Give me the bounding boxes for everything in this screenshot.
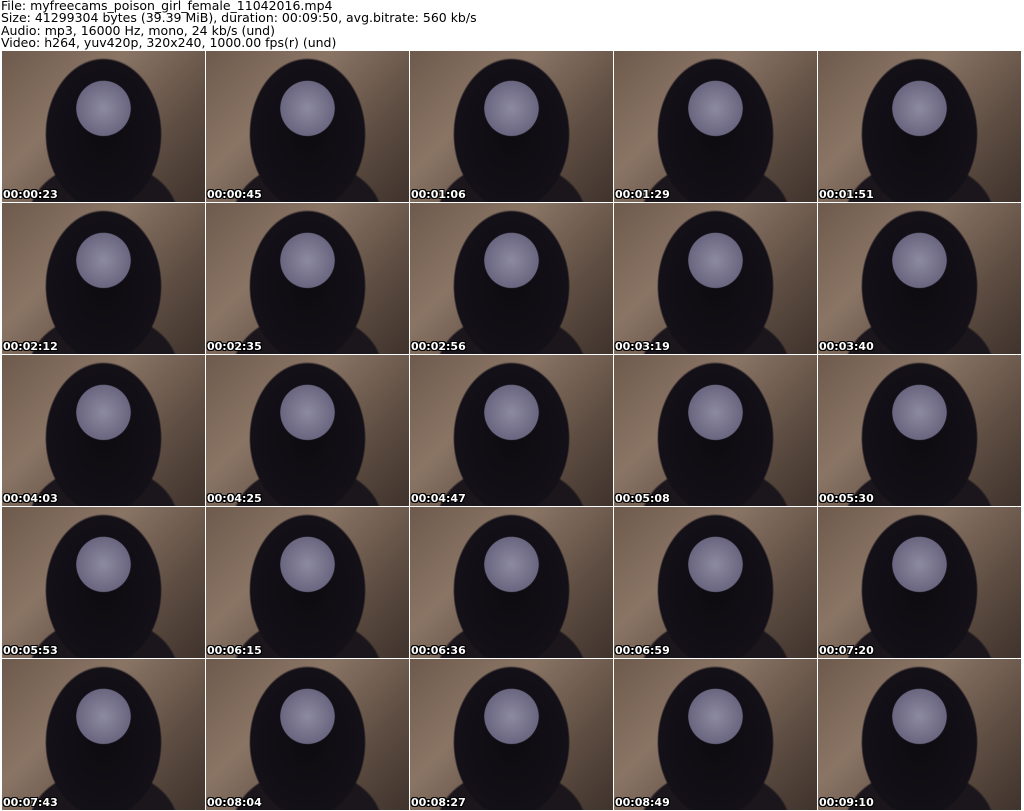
video-thumbnail: 00:04:03 <box>2 355 205 506</box>
thumbnail-timestamp: 00:01:29 <box>615 188 670 201</box>
video-thumbnail: 00:01:51 <box>818 51 1021 202</box>
video-thumbnail: 00:05:30 <box>818 355 1021 506</box>
video-thumbnail: 00:01:06 <box>410 51 613 202</box>
thumbnail-timestamp: 00:06:15 <box>207 644 262 657</box>
thumbnail-timestamp: 00:02:56 <box>411 340 466 353</box>
thumbnail-timestamp: 00:04:03 <box>3 492 58 505</box>
video-thumbnail: 00:02:35 <box>206 203 409 354</box>
thumbnail-timestamp: 00:07:20 <box>819 644 874 657</box>
thumbnail-timestamp: 00:00:45 <box>207 188 262 201</box>
thumbnail-timestamp: 00:05:30 <box>819 492 874 505</box>
thumbnail-timestamp: 00:01:51 <box>819 188 874 201</box>
video-thumbnail: 00:07:43 <box>2 659 205 810</box>
video-thumbnail: 00:08:04 <box>206 659 409 810</box>
thumbnail-timestamp: 00:05:53 <box>3 644 58 657</box>
thumbnail-timestamp: 00:04:47 <box>411 492 466 505</box>
video-thumbnail: 00:00:45 <box>206 51 409 202</box>
video-thumbnail: 00:06:15 <box>206 507 409 658</box>
video-thumbnail: 00:00:23 <box>2 51 205 202</box>
thumbnail-timestamp: 00:03:40 <box>819 340 874 353</box>
thumbnail-timestamp: 00:00:23 <box>3 188 58 201</box>
video-thumbnail: 00:07:20 <box>818 507 1021 658</box>
thumbnail-timestamp: 00:08:04 <box>207 796 262 809</box>
video-thumbnail: 00:04:47 <box>410 355 613 506</box>
thumbnail-timestamp: 00:05:08 <box>615 492 670 505</box>
thumbnail-timestamp: 00:02:35 <box>207 340 262 353</box>
video-info: Video: h264, yuv420p, 320x240, 1000.00 f… <box>1 34 337 50</box>
thumbnail-timestamp: 00:04:25 <box>207 492 262 505</box>
thumbnail-timestamp: 00:08:49 <box>615 796 670 809</box>
video-thumbnail: 00:05:08 <box>614 355 817 506</box>
thumbnail-timestamp: 00:01:06 <box>411 188 466 201</box>
thumbnail-timestamp: 00:06:36 <box>411 644 466 657</box>
video-thumbnail: 00:09:10 <box>818 659 1021 810</box>
video-thumbnail: 00:01:29 <box>614 51 817 202</box>
video-thumbnail: 00:08:49 <box>614 659 817 810</box>
thumbnail-grid: 00:00:23 00:00:45 00:01:06 00:01:29 00:01:51… <box>2 51 1021 810</box>
video-thumbnail: 00:06:59 <box>614 507 817 658</box>
video-thumbnail: 00:02:56 <box>410 203 613 354</box>
thumbnail-timestamp: 00:02:12 <box>3 340 58 353</box>
video-thumbnail: 00:02:12 <box>2 203 205 354</box>
thumbnail-timestamp: 00:06:59 <box>615 644 670 657</box>
file-info-header: File: myfreecams_poison_girl_female_1104… <box>1 0 477 49</box>
thumbnail-timestamp: 00:07:43 <box>3 796 58 809</box>
video-thumbnail: 00:03:40 <box>818 203 1021 354</box>
thumbnail-timestamp: 00:03:19 <box>615 340 670 353</box>
video-thumbnail: 00:06:36 <box>410 507 613 658</box>
thumbnail-timestamp: 00:09:10 <box>819 796 874 809</box>
thumbnail-timestamp: 00:08:27 <box>411 796 466 809</box>
video-thumbnail: 00:03:19 <box>614 203 817 354</box>
video-thumbnail: 00:08:27 <box>410 659 613 810</box>
video-thumbnail: 00:05:53 <box>2 507 205 658</box>
video-thumbnail: 00:04:25 <box>206 355 409 506</box>
